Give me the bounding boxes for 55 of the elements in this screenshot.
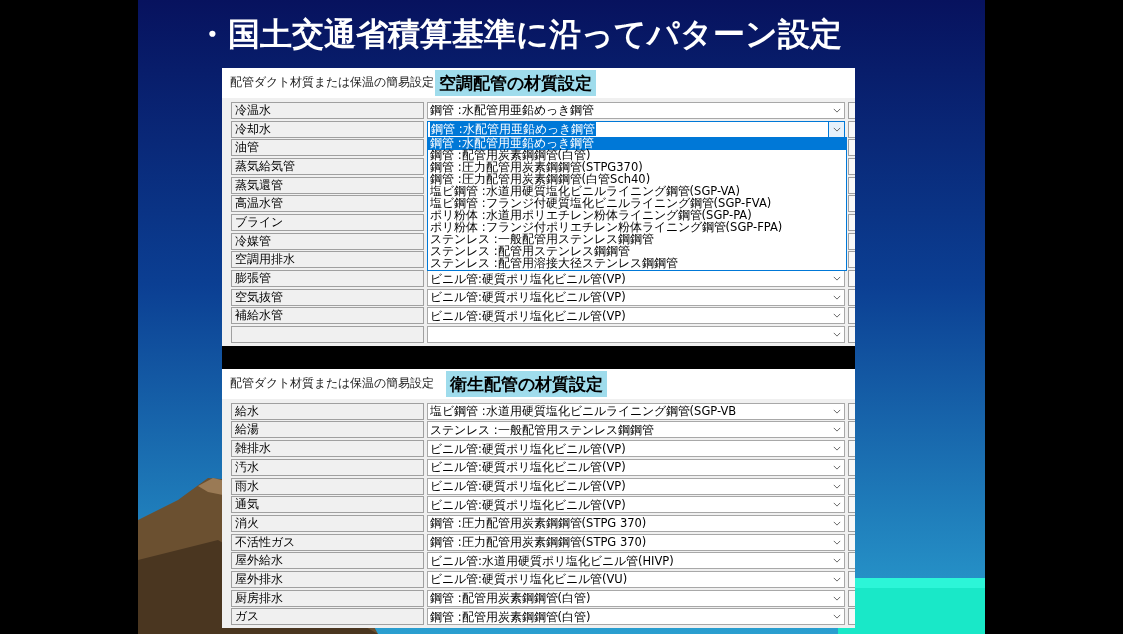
pipe-name-field: 厨房排水 (231, 589, 425, 607)
dropdown-option[interactable]: ポリ粉体 :フランジ付ポリエチレン粉体ライニング鋼管(SGP-FPA) (428, 221, 847, 234)
panel-heading: 空調配管の材質設定 (435, 70, 596, 96)
material-dropdown[interactable]: 鋼管 :圧力配管用炭素鋼鋼管(STPG 370) (427, 514, 846, 532)
pipe-name-field: 補給水管 (231, 307, 425, 325)
pipe-name-field: 冷却水 (231, 120, 425, 138)
dropdown-option[interactable]: 塩ビ鋼管 :フランジ付硬質塩化ビニルライニング鋼管(SGP-FVA) (428, 197, 847, 210)
dropdown-option[interactable]: ステンレス :配管用溶接大径ステンレス鋼鋼管 (428, 257, 847, 270)
material-dropdown[interactable]: ビニル管:硬質ポリ塩化ビニル管(VP) (427, 496, 846, 514)
material-dropdown[interactable]: ビニル管:硬質ポリ塩化ビニル管(VP) (427, 477, 846, 495)
material-dropdown[interactable]: 塩ビ鋼管 :水道用硬質塩化ビニルライニング鋼管(SGP-VB (427, 402, 846, 420)
material-dropdown[interactable]: ステンレス :一般配管用ステンレス鋼鋼管 (427, 421, 846, 439)
pipe-name-field: 屋外給水 (231, 552, 425, 570)
pipe-name-field: 通気 (231, 496, 425, 514)
material-dropdown[interactable]: 鋼管 :配管用炭素鋼鋼管(白管) (427, 589, 846, 607)
pipe-name-field: 高温水管 (231, 195, 425, 213)
material-dropdown[interactable]: ビニル管:硬質ポリ塩化ビニル管(VP) (427, 458, 846, 476)
material-dropdown[interactable]: ビニル管:硬質ポリ塩化ビニル管(VU) (427, 570, 846, 588)
pipe-name-field: 屋外排水 (231, 570, 425, 588)
pipe-name-field: 冷媒管 (231, 232, 425, 250)
pipe-name-field: 空気抜管 (231, 288, 425, 306)
dropdown-option[interactable]: 塩ビ鋼管 :水道用硬質塩化ビニルライニング鋼管(SGP-VA) (428, 185, 847, 198)
dropdown-option[interactable]: ステンレス :一般配管用ステンレス鋼鋼管 (428, 233, 847, 246)
pipe-name-field: 給湯 (231, 421, 425, 439)
panel-caption: 配管ダクト材質または保温の簡易設定 (230, 374, 434, 392)
pipe-name-field: 消火 (231, 514, 425, 532)
pipe-name-field: ブライン (231, 213, 425, 231)
panel-caption: 配管ダクト材質または保温の簡易設定 (230, 74, 434, 91)
material-dropdown[interactable]: ビニル管:硬質ポリ塩化ビニル管(VP) (427, 307, 846, 325)
pipe-name-field: ガス (231, 608, 425, 626)
pipe-name-field: 空調用排水 (231, 251, 425, 269)
dropdown-option[interactable]: ポリ粉体 :水道用ポリエチレン粉体ライニング鋼管(SGP-PA) (428, 209, 847, 222)
dropdown-option[interactable]: 鋼管 :配管用炭素鋼鋼管(白管) (428, 149, 847, 162)
pipe-name-field: 給水 (231, 402, 425, 420)
material-dropdown[interactable]: ビニル管:硬質ポリ塩化ビニル管(VP) (427, 288, 846, 306)
pipe-name-field: 油管 (231, 139, 425, 157)
panel-heading: 衛生配管の材質設定 (446, 370, 607, 397)
pipe-name-field: 汚水 (231, 458, 425, 476)
pipe-name-field: 膨張管 (231, 270, 425, 288)
dropdown-option[interactable]: 鋼管 :水配管用亜鉛めっき鋼管 (428, 137, 847, 150)
slide-title: ・国土交通省積算基準に沿ってパターン設定 (195, 14, 843, 55)
material-dropdown[interactable]: ビニル管:水道用硬質ポリ塩化ビニル管(HIVP) (427, 552, 846, 570)
pipe-name-field: 不活性ガス (231, 533, 425, 551)
material-dropdown[interactable]: ビニル管:硬質ポリ塩化ビニル管(VP) (427, 440, 846, 458)
material-dropdown[interactable]: 鋼管 :配管用炭素鋼鋼管(白管) (427, 608, 846, 626)
pipe-name-field: 雑排水 (231, 440, 425, 458)
dropdown-option[interactable]: 鋼管 :圧力配管用炭素鋼鋼管(STPG370) (428, 161, 847, 174)
material-dropdown[interactable]: 鋼管 :圧力配管用炭素鋼鋼管(STPG 370) (427, 533, 846, 551)
dropdown-option[interactable]: ステンレス :配管用ステンレス鋼鋼管 (428, 245, 847, 258)
material-dropdown[interactable]: 鋼管 :水配管用亜鉛めっき鋼管 (427, 101, 846, 119)
pipe-name-field: 蒸気給気管 (231, 157, 425, 175)
pipe-name-field: 冷温水 (231, 101, 425, 119)
pipe-name-field: 蒸気還管 (231, 176, 425, 194)
pipe-name-field: 雨水 (231, 477, 425, 495)
dropdown-option[interactable]: 鋼管 :圧力配管用炭素鋼鋼管(白管Sch40) (428, 173, 847, 186)
